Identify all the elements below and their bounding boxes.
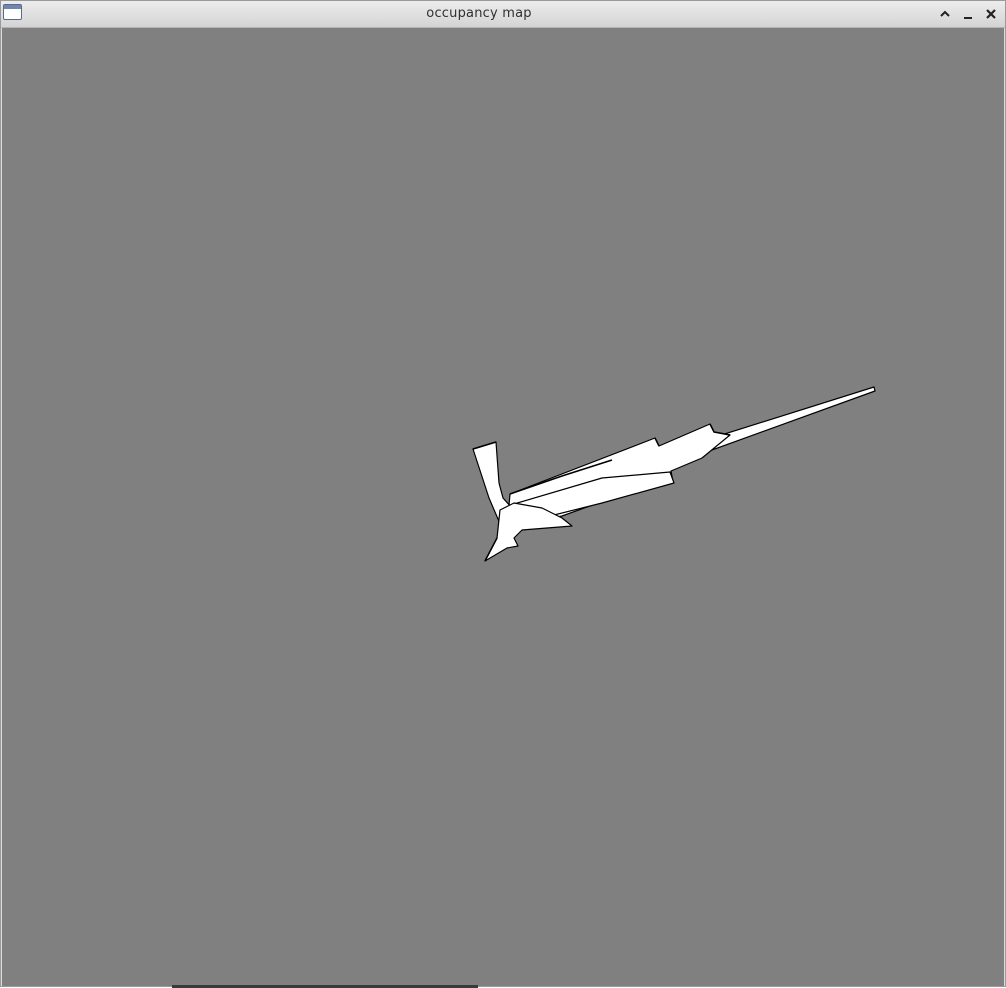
- minimize-icon[interactable]: [959, 5, 977, 23]
- window-title: occupancy map: [426, 6, 532, 21]
- map-viewport[interactable]: [2, 28, 1004, 986]
- window-titlebar[interactable]: occupancy map: [1, 1, 1005, 28]
- chevron-up-icon[interactable]: [936, 5, 954, 23]
- occupancy-map-window: occupancy map: [0, 0, 1006, 988]
- close-icon[interactable]: [982, 5, 1000, 23]
- occupancy-grid: [2, 28, 1004, 986]
